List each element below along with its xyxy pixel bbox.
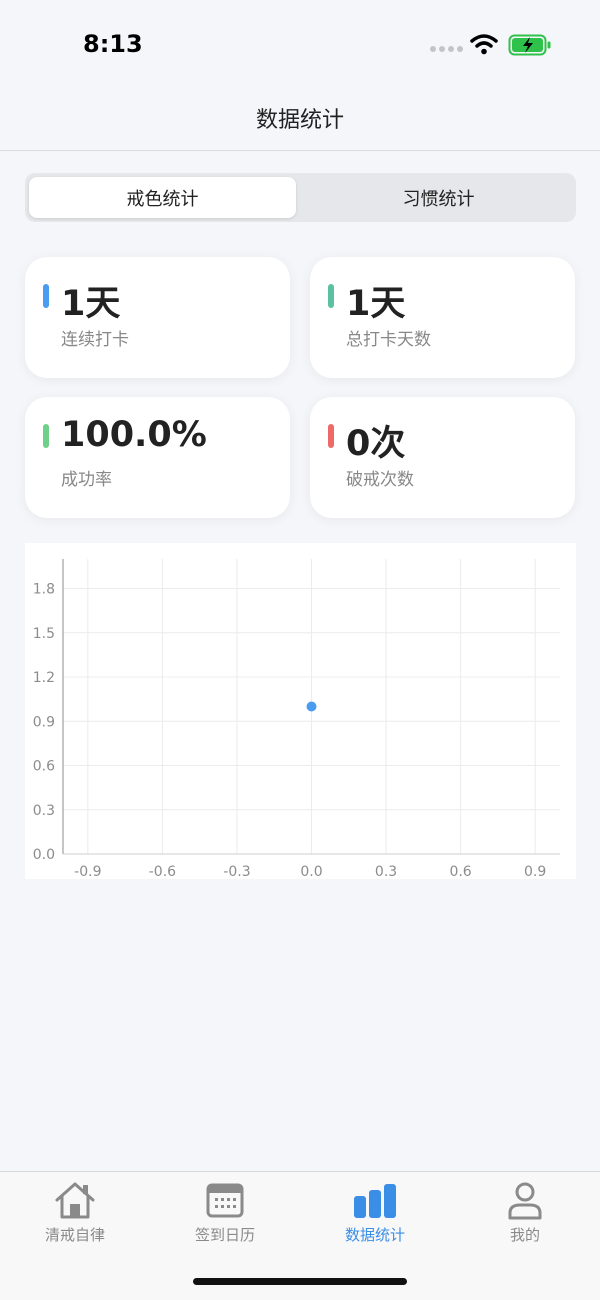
tab-label: 数据统计 xyxy=(344,1226,405,1244)
x-tick-label: -0.6 xyxy=(149,864,176,879)
y-tick-label: 0.3 xyxy=(33,803,55,819)
x-tick-label: 0.0 xyxy=(300,864,322,879)
tab-label: 签到日历 xyxy=(194,1226,255,1244)
home-icon xyxy=(53,1180,97,1220)
tab-home[interactable]: 清戒自律 xyxy=(0,1180,150,1250)
stat-card-relapse-count: 0次 破戒次数 xyxy=(310,397,575,518)
tab-habit-stats[interactable]: 习惯统计 xyxy=(305,177,572,218)
x-tick-label: -0.9 xyxy=(74,864,101,879)
stats-chart: -0.9 -0.6 -0.3 0.0 0.3 0.6 0.9 0.0 0.3 0.6 0.9 1.2 1… xyxy=(25,543,576,879)
y-tick-label: 0.6 xyxy=(33,759,55,775)
tab-profile[interactable]: 我的 xyxy=(450,1180,600,1250)
x-tick-label: 0.6 xyxy=(449,864,471,879)
stat-value: 100.0% xyxy=(61,415,207,455)
home-indicator xyxy=(193,1278,407,1285)
stat-value: 1天 xyxy=(61,284,121,324)
status-bar: 8:13 xyxy=(0,0,600,90)
x-tick-label: -0.3 xyxy=(223,864,250,879)
y-tick-label: 1.5 xyxy=(33,626,55,642)
stat-card-success-rate: 100.0% 成功率 xyxy=(25,397,290,518)
page-title: 数据统计 xyxy=(255,108,344,133)
stat-value: 1天 xyxy=(346,284,406,324)
scatter-chart: -0.9 -0.6 -0.3 0.0 0.3 0.6 0.9 0.0 0.3 0.6 0.9 1.2 1… xyxy=(33,559,560,879)
y-tick-label: 0.9 xyxy=(33,714,55,730)
x-tick-label: 0.3 xyxy=(375,864,397,879)
bar-chart-icon xyxy=(353,1180,397,1220)
user-icon xyxy=(503,1180,547,1220)
stat-card-total-days: 1天 总打卡天数 xyxy=(310,257,575,378)
stat-accent-bar xyxy=(328,284,334,308)
stat-label: 成功率 xyxy=(61,470,112,490)
tab-label: 我的 xyxy=(509,1226,540,1244)
stats-segmented-control: 戒色统计 习惯统计 xyxy=(25,173,576,222)
battery-charging-icon xyxy=(508,34,551,56)
stat-value: 0次 xyxy=(346,424,406,464)
tab-label: 清戒自律 xyxy=(44,1226,105,1244)
wifi-icon xyxy=(470,34,498,55)
stat-card-streak: 1天 连续打卡 xyxy=(25,257,290,378)
stat-accent-bar xyxy=(43,424,49,448)
cellular-signal-icon xyxy=(430,46,463,52)
tab-statistics[interactable]: 数据统计 xyxy=(300,1180,450,1250)
y-tick-label: 1.8 xyxy=(33,582,55,598)
stat-label: 总打卡天数 xyxy=(346,330,431,350)
tab-calendar[interactable]: 签到日历 xyxy=(150,1180,300,1250)
stat-accent-bar xyxy=(328,424,334,448)
navigation-header: 数据统计 xyxy=(0,90,600,151)
tab-abstinence-stats[interactable]: 戒色统计 xyxy=(29,177,296,218)
calendar-icon xyxy=(203,1180,247,1220)
status-time: 8:13 xyxy=(83,30,143,58)
stat-accent-bar xyxy=(43,284,49,308)
stat-label: 破戒次数 xyxy=(346,470,414,490)
stat-label: 连续打卡 xyxy=(61,330,129,350)
data-point xyxy=(306,701,317,712)
y-tick-label: 1.2 xyxy=(33,670,55,686)
x-tick-label: 0.9 xyxy=(524,864,546,879)
y-tick-label: 0.0 xyxy=(33,847,55,863)
